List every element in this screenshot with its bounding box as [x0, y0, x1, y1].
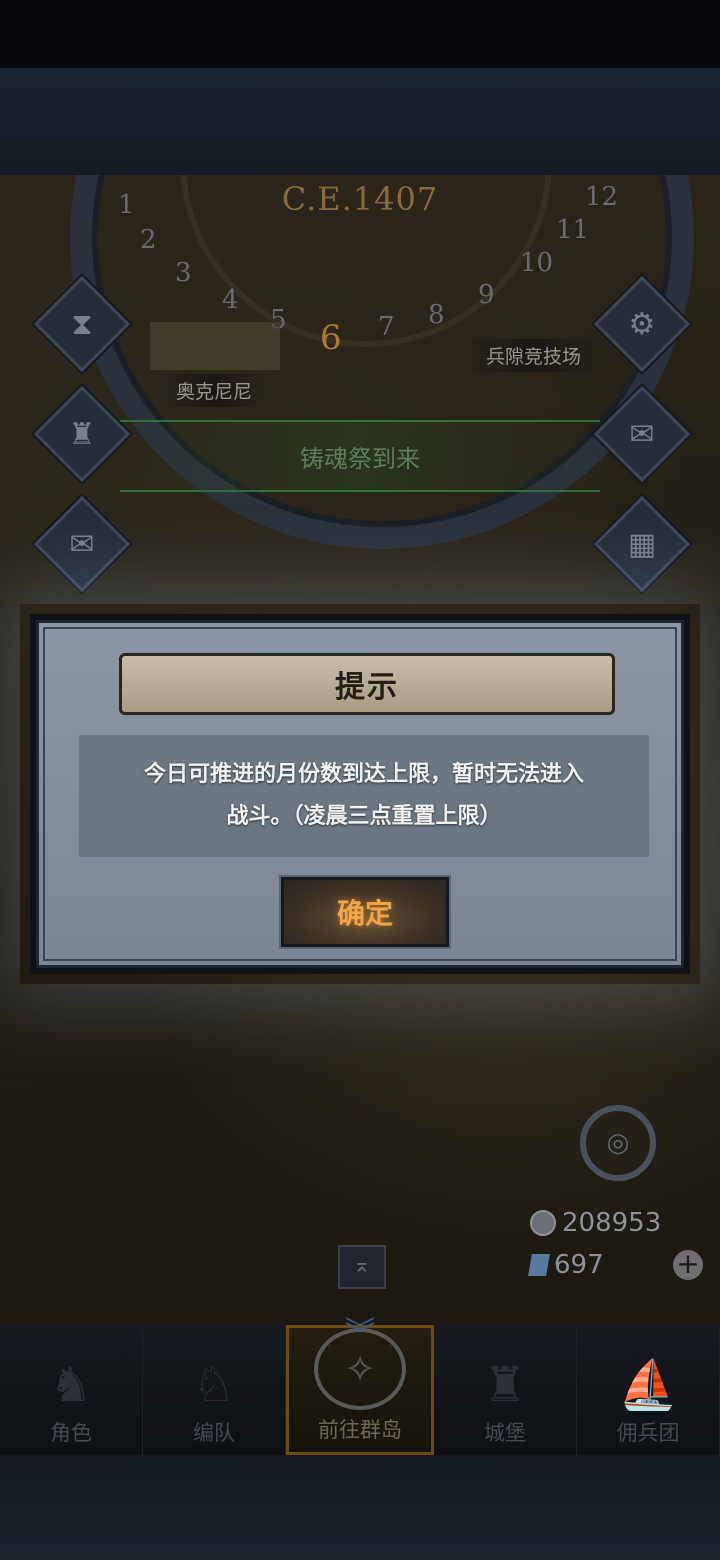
- dialog-panel: 提示 今日可推进的月份数到达上限，暂时无法进入 战斗。（凌晨三点重置上限） 确定: [36, 620, 684, 968]
- gem-currency: 697: [528, 1250, 604, 1280]
- nav-item-islands[interactable]: ︾ ✧ 前往群岛: [286, 1316, 434, 1455]
- month-2: 2: [140, 225, 157, 255]
- nav-label-character: 角色: [50, 1421, 92, 1445]
- castle-icon: ♜: [483, 1357, 527, 1413]
- place-label-left[interactable]: 奥克尼尼: [158, 374, 271, 407]
- notice-dialog: 提示 今日可推进的月份数到达上限，暂时无法进入 战斗。（凌晨三点重置上限） 确定: [30, 614, 690, 974]
- nav-item-team[interactable]: ♘ 编队: [143, 1325, 286, 1455]
- month-4: 4: [222, 285, 239, 315]
- month-10: 10: [520, 248, 554, 278]
- mail-icon: ✉: [629, 416, 655, 452]
- silver-currency: 208953: [530, 1208, 661, 1238]
- dialog-message-line-2: 战斗。（凌晨三点重置上限）: [226, 804, 502, 829]
- knight-icon: ♞: [49, 1357, 93, 1413]
- team-icon: ♘: [192, 1357, 236, 1413]
- event-banner: 铸魂祭到来: [120, 420, 600, 492]
- coin-icon: [530, 1210, 556, 1236]
- gem-amount: 697: [554, 1250, 604, 1280]
- top-header-band: [0, 0, 720, 175]
- bottom-band: [0, 1455, 720, 1560]
- nav-label-team: 编队: [193, 1421, 235, 1445]
- dialog-message: 今日可推进的月份数到达上限，暂时无法进入 战斗。（凌晨三点重置上限）: [79, 735, 649, 857]
- nav-label-islands: 前往群岛: [318, 1418, 402, 1442]
- month-7: 7: [378, 312, 395, 342]
- scroll-icon: ✉: [69, 526, 95, 562]
- month-3: 3: [175, 258, 192, 288]
- nav-item-castle[interactable]: ♜ 城堡: [434, 1325, 577, 1455]
- month-11: 11: [556, 215, 590, 245]
- dialog-message-line-1: 今日可推进的月份数到达上限，暂时无法进入: [143, 762, 584, 787]
- collapse-icon: ⌅: [352, 1253, 372, 1278]
- month-1: 1: [118, 190, 135, 220]
- ship-icon: ⛵: [618, 1357, 678, 1413]
- nav-item-mercenary[interactable]: ⛵ 佣兵团: [577, 1325, 720, 1455]
- board-icon: ▦: [627, 526, 657, 562]
- bag-icon: ♜: [68, 416, 96, 452]
- confirm-button[interactable]: 确定: [281, 877, 449, 947]
- silver-amount: 208953: [562, 1208, 662, 1238]
- dialog-title: 提示: [335, 670, 399, 705]
- gear-icon: ⚙: [628, 306, 656, 342]
- month-9: 9: [478, 280, 495, 310]
- month-12: 12: [585, 182, 619, 212]
- castle-map-marker[interactable]: [150, 322, 280, 370]
- add-gems-button[interactable]: +: [673, 1250, 703, 1280]
- month-current: 6: [320, 318, 342, 358]
- chevron-down-icon: ︾: [345, 1316, 375, 1351]
- nav-label-mercenary: 佣兵团: [616, 1421, 680, 1445]
- bottom-nav: ♞ 角色 ♘ 编队 ︾ ✧ 前往群岛 ♜ 城堡 ⛵ 佣兵团: [0, 1316, 720, 1455]
- gem-icon: [528, 1254, 550, 1276]
- dialog-title-plate: 提示: [119, 653, 615, 715]
- locate-button[interactable]: ◎: [580, 1105, 656, 1181]
- hourglass-icon: ⧗: [71, 306, 93, 342]
- crosshair-icon: ◎: [606, 1128, 630, 1158]
- place-label-right[interactable]: 兵隙竞技场: [468, 339, 600, 372]
- month-8: 8: [428, 300, 445, 330]
- nav-label-castle: 城堡: [484, 1421, 526, 1445]
- nav-item-character[interactable]: ♞ 角色: [0, 1325, 143, 1455]
- collapse-button[interactable]: ⌅: [338, 1245, 386, 1289]
